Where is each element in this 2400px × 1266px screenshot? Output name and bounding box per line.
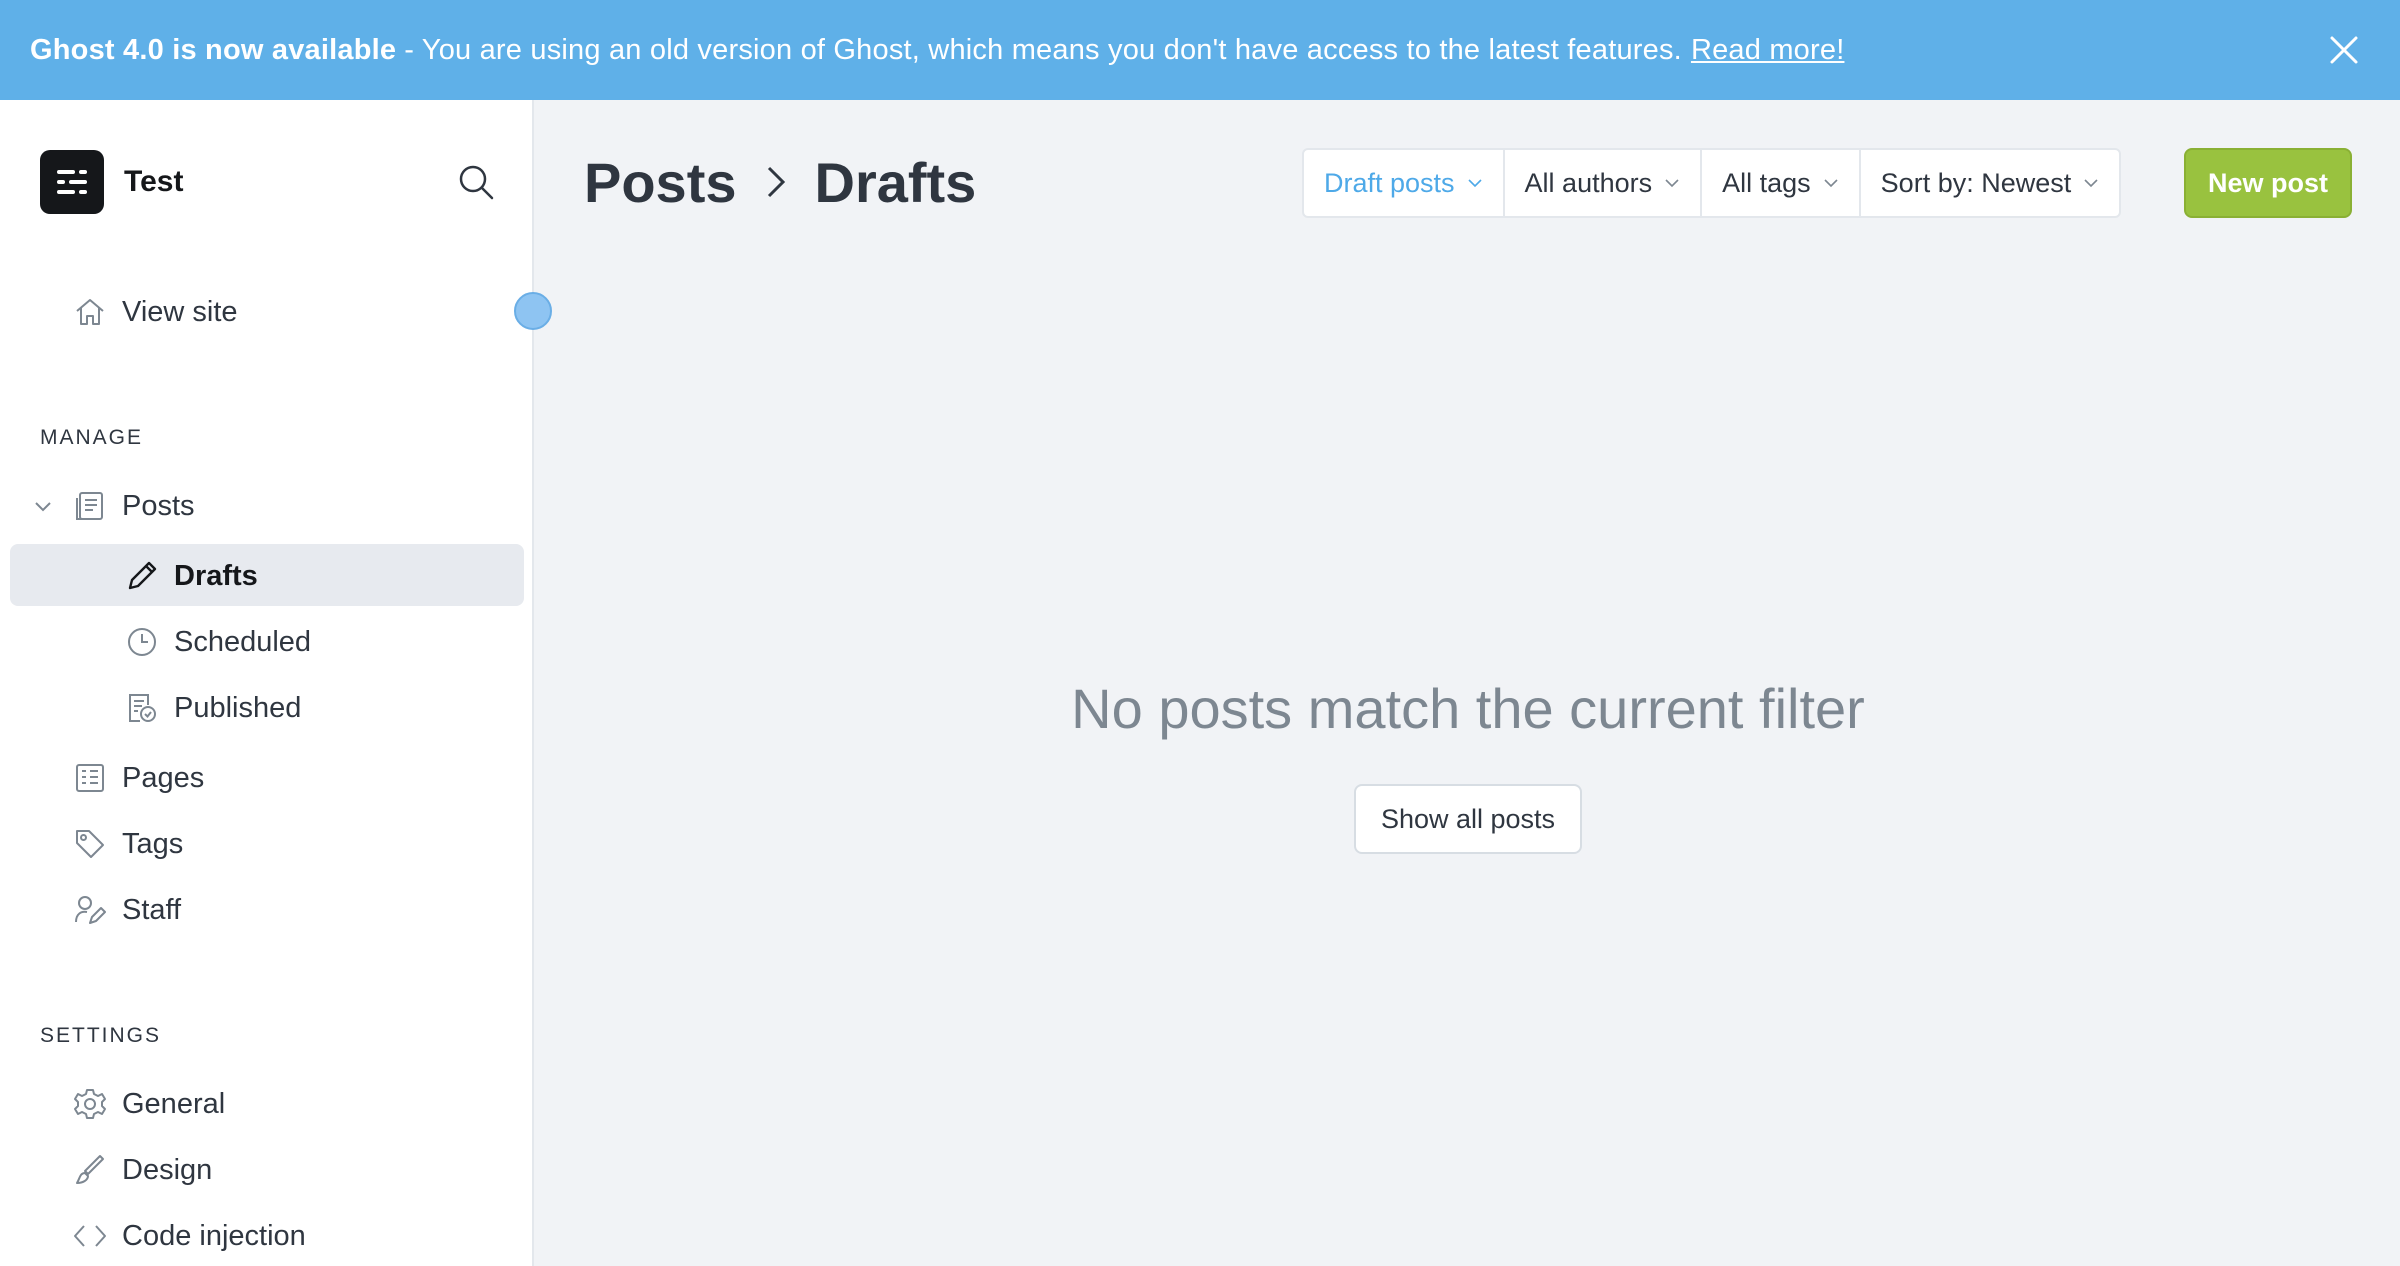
posts-icon [72,488,108,524]
nav-posts[interactable]: Posts [0,476,534,536]
filter-sort-select[interactable]: Sort by: Newest [1861,150,2120,216]
breadcrumb-current: Drafts [814,150,977,214]
nav-drafts[interactable]: Drafts [0,546,534,606]
new-post-button[interactable]: New post [2184,148,2352,218]
brand[interactable]: Test [40,150,183,214]
nav-published-label: Published [174,691,302,724]
nav-staff[interactable]: Staff [0,880,534,940]
filter-type-select[interactable]: Draft posts [1304,150,1505,216]
filter-sort-label: Sort by: Newest [1880,167,2072,198]
chevron-down-icon [1467,179,1482,188]
section-title-settings: SETTINGS [40,1024,162,1047]
sidebar-resize-handle[interactable] [514,292,552,330]
banner-headline: Ghost 4.0 is now available [30,33,397,66]
search-icon[interactable] [456,162,496,202]
gear-icon [72,1086,108,1122]
staff-icon [72,892,108,928]
nav-drafts-label: Drafts [174,559,258,592]
chevron-down-icon [2084,179,2098,188]
empty-state-title: No posts match the current filter [1071,677,1865,740]
chevron-right-icon [761,162,791,202]
nav-view-site[interactable]: View site [0,282,534,342]
clock-icon [124,624,160,660]
nav-design-label: Design [122,1153,213,1186]
nav-scheduled-label: Scheduled [174,625,312,658]
filter-bar: Draft posts All authors All tags Sort by… [1302,148,2122,218]
nav-pages[interactable]: Pages [0,748,534,808]
banner-read-more-link[interactable]: Read more! [1691,34,1845,67]
tag-icon [72,826,108,862]
home-icon [72,294,108,330]
nav-code-injection-label: Code injection [122,1219,306,1252]
nav-pages-label: Pages [122,761,205,794]
nav-general-label: General [122,1087,226,1120]
filter-tags-select[interactable]: All tags [1702,150,1861,216]
filter-tags-label: All tags [1722,167,1811,198]
update-banner: Ghost 4.0 is now available - You are usi… [0,0,2400,100]
chevron-down-icon [1665,179,1679,188]
section-title-manage: MANAGE [40,426,144,449]
nav-tags[interactable]: Tags [0,814,534,874]
site-name: Test [124,165,184,198]
pages-icon [72,760,108,796]
chevron-down-icon [1824,179,1838,188]
breadcrumb: Posts Drafts [584,146,976,218]
nav-posts-label: Posts [122,489,195,522]
chevron-down-icon[interactable] [32,488,54,524]
nav-scheduled[interactable]: Scheduled [0,612,534,672]
nav-view-site-label: View site [122,295,238,328]
filter-authors-select[interactable]: All authors [1505,150,1703,216]
code-icon [72,1218,108,1254]
site-logo-icon [40,150,104,214]
filter-authors-label: All authors [1524,167,1653,198]
sidebar: Test View site MANAGE Posts Drafts Sched… [0,100,534,1266]
breadcrumb-posts-link[interactable]: Posts [584,150,737,215]
nav-general[interactable]: General [0,1074,534,1134]
nav-code-injection[interactable]: Code injection [0,1206,534,1266]
banner-message: - You are using an old version of Ghost,… [404,33,1682,66]
nav-published[interactable]: Published [0,678,534,738]
brush-icon [72,1152,108,1188]
nav-design[interactable]: Design [0,1140,534,1200]
nav-staff-label: Staff [122,893,182,926]
close-icon[interactable] [2326,32,2362,68]
published-icon [124,690,160,726]
filter-type-label: Draft posts [1324,167,1455,198]
show-all-posts-button[interactable]: Show all posts [1354,784,1582,854]
nav-tags-label: Tags [122,827,184,860]
pencil-icon [124,558,160,594]
